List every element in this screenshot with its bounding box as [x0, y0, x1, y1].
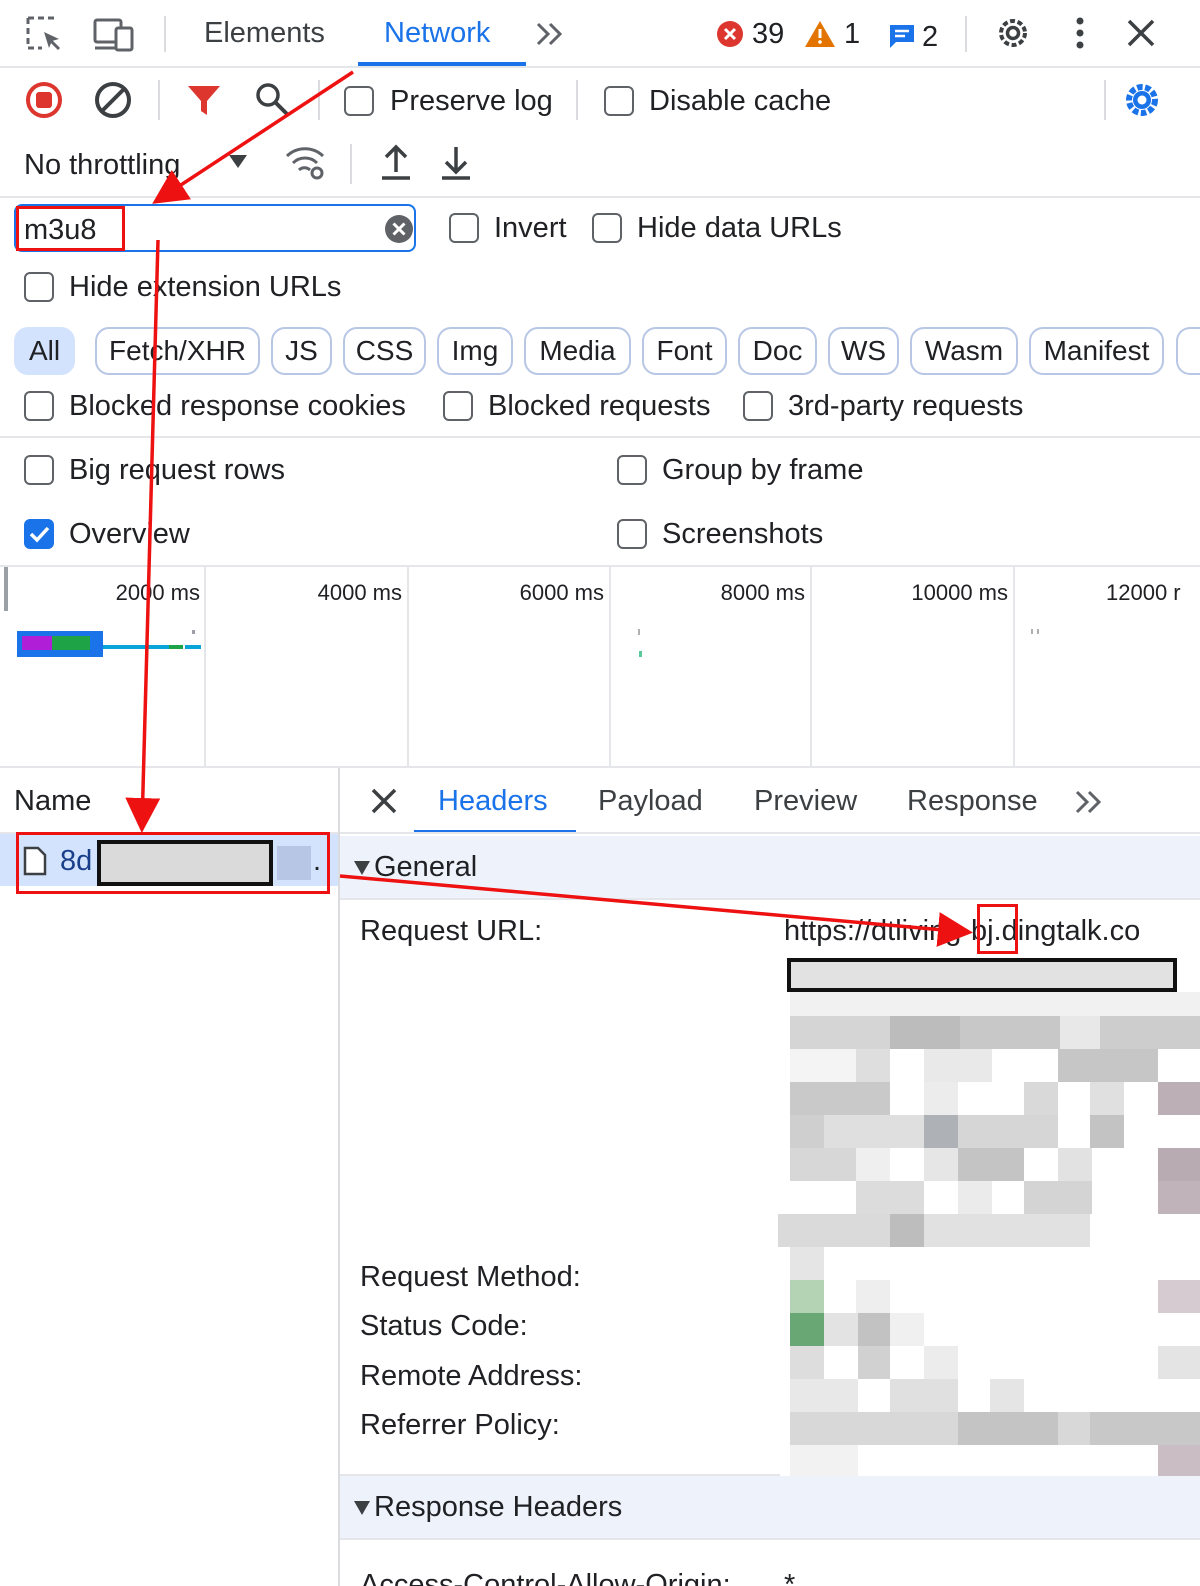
search-icon[interactable] [253, 80, 291, 118]
disable-cache-checkbox[interactable] [604, 86, 634, 116]
message-icon[interactable] [887, 22, 917, 50]
name-column-header[interactable]: Name [14, 784, 91, 818]
timeline-tick: 8000 ms [720, 580, 805, 605]
tab-elements[interactable]: Elements [204, 16, 325, 50]
general-section-title: General [374, 851, 478, 883]
clear-filter-icon[interactable] [384, 214, 414, 244]
tab-network[interactable]: Network [384, 16, 490, 50]
request-url-label: Request URL: [360, 915, 543, 947]
request-url-value: https://dtliving-bj.dingtalk.co [784, 915, 1141, 947]
type-filter-overflow-chip[interactable] [1176, 327, 1200, 375]
response-headers-section-title: Response Headers [374, 1491, 623, 1523]
import-har-icon[interactable] [379, 144, 413, 182]
throttling-select[interactable]: No throttling [24, 148, 180, 182]
message-count[interactable]: 2 [922, 20, 938, 54]
invert-checkbox[interactable] [449, 213, 479, 243]
device-toolbar-icon[interactable] [92, 14, 136, 54]
timeline-overview[interactable]: 2000 ms 4000 ms 6000 ms 8000 ms 10000 ms… [0, 567, 1200, 767]
tab-headers[interactable]: Headers [438, 784, 548, 818]
timeline-tick: 12000 r [1106, 580, 1181, 605]
warning-icon[interactable] [804, 20, 836, 48]
more-options-icon[interactable] [1072, 16, 1088, 50]
timeline-tick: 6000 ms [519, 580, 604, 605]
throttling-dropdown-icon[interactable] [228, 154, 248, 170]
type-filter-media[interactable]: Media [524, 327, 631, 375]
annotation-box-request-row [16, 832, 330, 894]
timeline-tick: 2000 ms [115, 580, 200, 605]
preserve-log-label: Preserve log [390, 85, 553, 117]
tab-preview[interactable]: Preview [754, 784, 857, 818]
hide-extension-urls-label: Hide extension URLs [69, 271, 342, 303]
error-count[interactable]: 39 [752, 17, 784, 51]
type-filter-doc[interactable]: Doc [738, 327, 817, 375]
response-header-label: Access-Control-Allow-Origin: [360, 1569, 731, 1586]
screenshots-label: Screenshots [662, 518, 824, 550]
tab-response[interactable]: Response [907, 784, 1038, 818]
error-icon[interactable] [716, 20, 744, 48]
type-filter-js[interactable]: JS [271, 327, 332, 375]
response-header-value: * [784, 1569, 796, 1586]
blurred-values-mosaic [778, 992, 1200, 1478]
preserve-log-checkbox[interactable] [344, 86, 374, 116]
annotation-box-filter [16, 206, 125, 251]
collapse-triangle-icon [353, 1500, 371, 1516]
settings-gear-icon[interactable] [994, 14, 1032, 52]
annotation-box-bj [977, 904, 1018, 954]
big-request-rows-checkbox[interactable] [24, 455, 54, 485]
general-section-header[interactable]: General [340, 836, 1200, 898]
request-method-label: Request Method: [360, 1261, 581, 1293]
warning-count[interactable]: 1 [844, 17, 860, 51]
type-filter-font[interactable]: Font [642, 327, 727, 375]
redacted-url-box [787, 958, 1177, 992]
overview-label: Overview [69, 518, 190, 550]
invert-label: Invert [494, 212, 567, 244]
type-filter-img[interactable]: Img [437, 327, 513, 375]
detail-tab-bar: Headers Payload Preview Response [340, 768, 1200, 834]
filter-icon[interactable] [186, 82, 222, 118]
hide-data-urls-checkbox[interactable] [592, 213, 622, 243]
group-by-frame-label: Group by frame [662, 454, 864, 486]
type-filter-manifest[interactable]: Manifest [1029, 327, 1164, 375]
type-filter-fetch-xhr[interactable]: Fetch/XHR [95, 327, 260, 375]
more-detail-tabs-icon[interactable] [1073, 786, 1105, 818]
collapse-triangle-icon [353, 860, 371, 876]
type-filter-css[interactable]: CSS [343, 327, 426, 375]
devtools-tab-bar: Elements Network 39 1 2 [0, 0, 1200, 66]
checkmark-icon [29, 526, 50, 543]
timeline-tick: 4000 ms [317, 580, 402, 605]
type-filter-ws[interactable]: WS [828, 327, 899, 375]
hide-data-urls-label: Hide data URLs [637, 212, 842, 244]
screenshots-checkbox[interactable] [617, 519, 647, 549]
response-headers-section-header[interactable]: Response Headers [340, 1476, 1200, 1538]
disable-cache-label: Disable cache [649, 85, 832, 117]
network-conditions-icon[interactable] [284, 144, 328, 182]
blocked-response-cookies-label: Blocked response cookies [69, 390, 406, 422]
hide-extension-urls-checkbox[interactable] [24, 272, 54, 302]
status-code-label: Status Code: [360, 1310, 528, 1342]
close-devtools-icon[interactable] [1126, 18, 1156, 48]
close-detail-icon[interactable] [370, 787, 398, 815]
detail-pane: Headers Payload Preview Response General… [340, 768, 1200, 1586]
overview-checkbox[interactable] [24, 519, 54, 549]
blocked-requests-checkbox[interactable] [443, 391, 473, 421]
blocked-response-cookies-checkbox[interactable] [24, 391, 54, 421]
clear-icon[interactable] [93, 80, 133, 120]
remote-address-label: Remote Address: [360, 1360, 583, 1392]
blocked-requests-label: Blocked requests [488, 390, 711, 422]
more-tabs-icon[interactable] [534, 18, 566, 50]
type-filter-all[interactable]: All [14, 327, 75, 375]
referrer-policy-label: Referrer Policy: [360, 1409, 560, 1441]
group-by-frame-checkbox[interactable] [617, 455, 647, 485]
timeline-tick: 10000 ms [911, 580, 1008, 605]
big-request-rows-label: Big request rows [69, 454, 285, 486]
type-filter-wasm[interactable]: Wasm [910, 327, 1018, 375]
record-stop-icon[interactable] [24, 80, 64, 120]
third-party-requests-label: 3rd-party requests [788, 390, 1024, 422]
export-har-icon[interactable] [439, 144, 473, 182]
third-party-requests-checkbox[interactable] [743, 391, 773, 421]
network-settings-gear-icon[interactable] [1122, 80, 1162, 120]
inspect-element-icon[interactable] [24, 14, 64, 54]
tab-payload[interactable]: Payload [598, 784, 703, 818]
